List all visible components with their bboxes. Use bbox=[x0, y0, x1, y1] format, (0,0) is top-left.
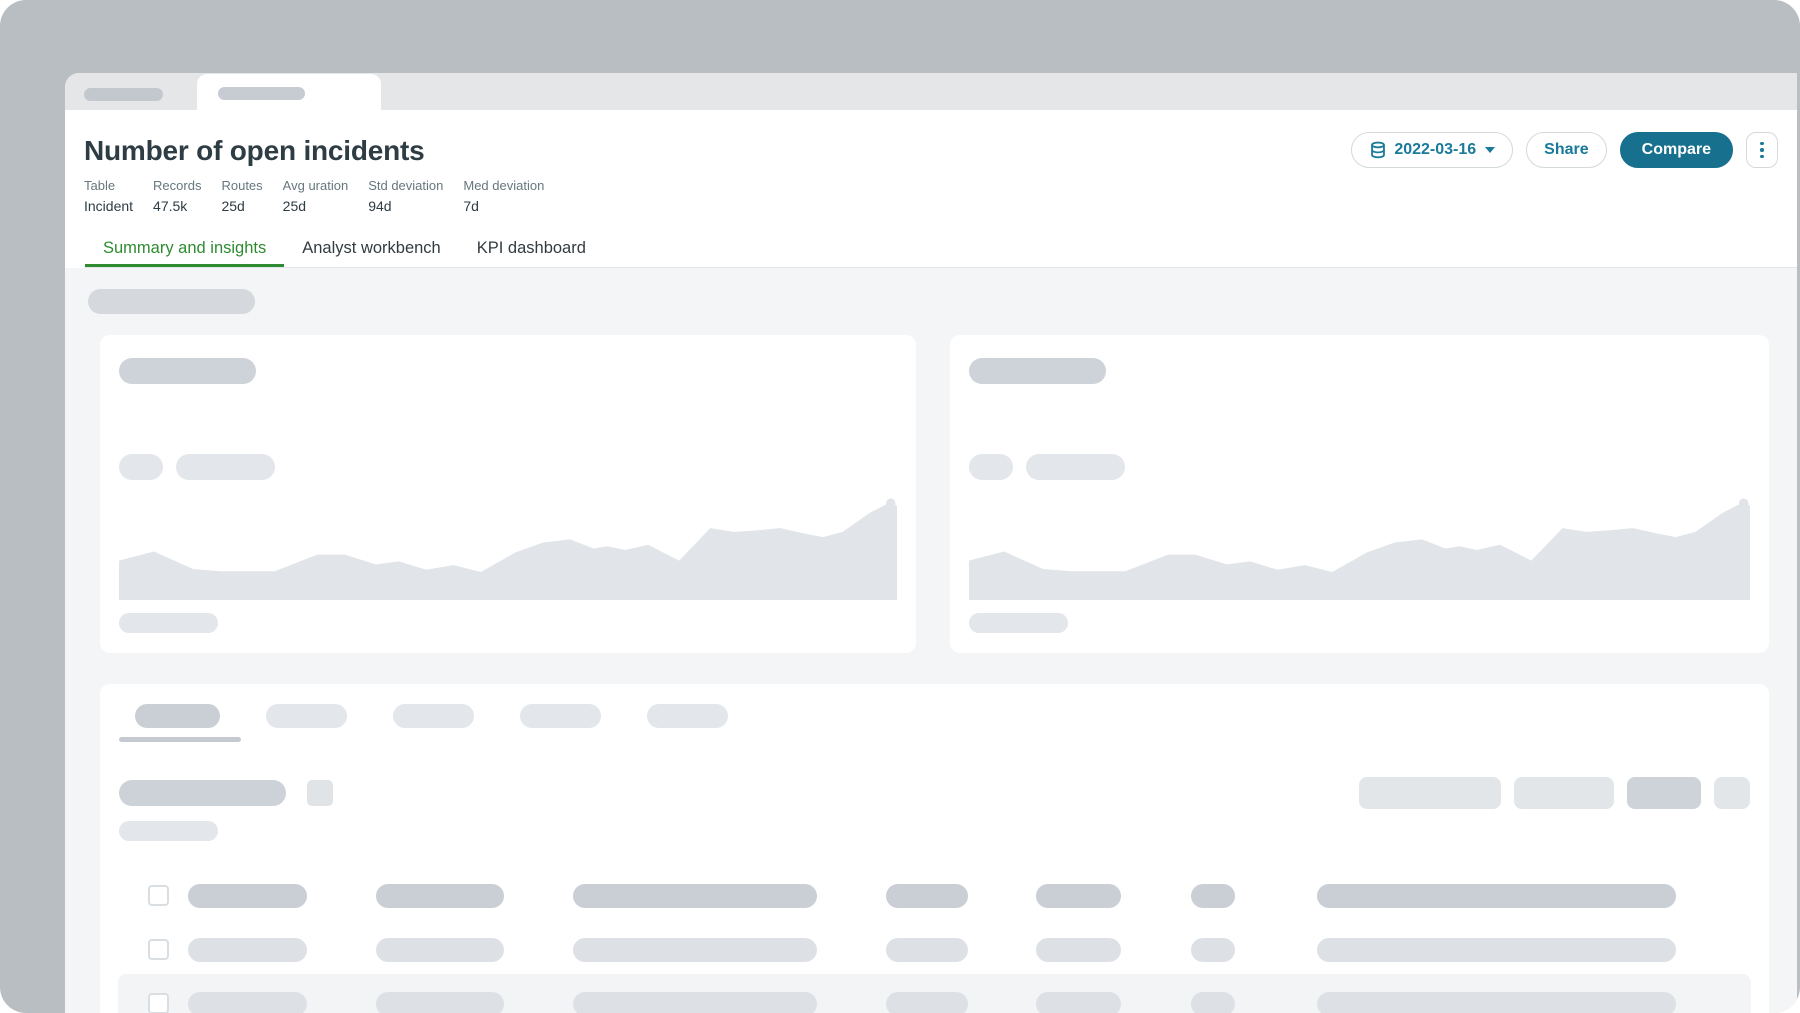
meta-value: Incident bbox=[84, 197, 133, 216]
table-action-button-skeleton bbox=[1714, 777, 1750, 809]
meta-value: 25d bbox=[221, 197, 262, 216]
table-action-button-skeleton bbox=[1514, 777, 1614, 809]
meta-label: Records bbox=[153, 178, 201, 194]
table-actions-skeleton bbox=[1359, 777, 1750, 809]
meta-value: 94d bbox=[368, 197, 443, 216]
card-legend-skeleton bbox=[969, 454, 1750, 480]
page-body bbox=[65, 268, 1797, 1013]
meta-label: Table bbox=[84, 178, 133, 194]
share-button[interactable]: Share bbox=[1526, 132, 1606, 168]
card-footer-skeleton bbox=[969, 613, 1068, 633]
row-checkbox[interactable] bbox=[148, 885, 169, 906]
tab-kpi-dashboard[interactable]: KPI dashboard bbox=[459, 234, 604, 267]
record-header: Number of open incidents Table Incident … bbox=[65, 110, 1797, 268]
meta-value: 25d bbox=[283, 197, 349, 216]
table-tab-skeleton bbox=[647, 704, 728, 728]
meta-std-deviation: Std deviation 94d bbox=[368, 178, 443, 216]
table-tab-skeleton bbox=[393, 704, 474, 728]
meta-table: Table Incident bbox=[84, 178, 133, 216]
database-icon bbox=[1369, 141, 1387, 159]
compare-button[interactable]: Compare bbox=[1620, 132, 1733, 168]
more-options-button[interactable] bbox=[1746, 132, 1778, 168]
date-picker-button[interactable]: 2022-03-16 bbox=[1351, 132, 1513, 168]
row-checkbox[interactable] bbox=[148, 939, 169, 960]
card-title-skeleton bbox=[119, 358, 256, 384]
table-tabs-skeleton bbox=[119, 704, 1750, 728]
area-chart-skeleton bbox=[119, 494, 897, 600]
table-toolbar bbox=[119, 777, 1750, 809]
legend-chip-skeleton bbox=[969, 454, 1013, 480]
meta-med-deviation: Med deviation 7d bbox=[463, 178, 544, 216]
table-tab-skeleton bbox=[520, 704, 601, 728]
insight-card bbox=[950, 335, 1769, 653]
section-title-skeleton bbox=[88, 289, 255, 314]
section-tabs: Summary and insights Analyst workbench K… bbox=[84, 234, 1797, 268]
screenshot-canvas: Number of open incidents Table Incident … bbox=[0, 0, 1800, 1013]
table-subtitle-skeleton bbox=[119, 821, 218, 841]
background-tab-skeleton[interactable] bbox=[84, 88, 163, 101]
row-checkbox[interactable] bbox=[148, 993, 169, 1013]
legend-label-skeleton bbox=[176, 454, 275, 480]
active-tab[interactable] bbox=[197, 74, 381, 110]
card-legend-skeleton bbox=[119, 454, 897, 480]
table-tab-skeleton bbox=[266, 704, 347, 728]
card-title-skeleton bbox=[969, 358, 1106, 384]
browser-tabstrip bbox=[65, 73, 1797, 110]
active-tab-title-skeleton bbox=[218, 87, 305, 100]
table-rows-skeleton bbox=[119, 884, 1750, 1013]
table-row bbox=[119, 884, 1750, 908]
records-table-card bbox=[100, 684, 1769, 1013]
table-tab-skeleton-active bbox=[135, 704, 220, 728]
area-chart-skeleton bbox=[969, 494, 1750, 600]
table-title-icon-skeleton bbox=[307, 780, 333, 806]
meta-value: 47.5k bbox=[153, 197, 201, 216]
table-row bbox=[119, 938, 1750, 962]
kebab-menu-icon bbox=[1760, 142, 1764, 159]
caret-down-icon bbox=[1485, 147, 1495, 153]
meta-label: Avg uration bbox=[283, 178, 349, 194]
table-action-button-skeleton bbox=[1359, 777, 1501, 809]
legend-label-skeleton bbox=[1026, 454, 1125, 480]
date-label: 2022-03-16 bbox=[1394, 141, 1476, 159]
table-action-button-skeleton bbox=[1627, 777, 1701, 809]
meta-avg-duration: Avg uration 25d bbox=[283, 178, 349, 216]
table-tab-underline-skeleton bbox=[119, 737, 241, 742]
meta-label: Med deviation bbox=[463, 178, 544, 194]
header-actions: 2022-03-16 Share Compare bbox=[1351, 132, 1778, 168]
legend-chip-skeleton bbox=[119, 454, 163, 480]
meta-routes: Routes 25d bbox=[221, 178, 262, 216]
tab-analyst-workbench[interactable]: Analyst workbench bbox=[284, 234, 459, 267]
table-title-skeleton bbox=[119, 780, 286, 806]
insight-card bbox=[100, 335, 916, 653]
meta-label: Routes bbox=[221, 178, 262, 194]
app-window: Number of open incidents Table Incident … bbox=[65, 73, 1797, 1013]
meta-records: Records 47.5k bbox=[153, 178, 201, 216]
table-row bbox=[119, 992, 1750, 1013]
meta-label: Std deviation bbox=[368, 178, 443, 194]
insight-cards bbox=[100, 335, 1769, 653]
card-footer-skeleton bbox=[119, 613, 218, 633]
tab-summary-and-insights[interactable]: Summary and insights bbox=[85, 234, 284, 267]
meta-row: Table Incident Records 47.5k Routes 25d … bbox=[84, 178, 1797, 216]
meta-value: 7d bbox=[463, 197, 544, 216]
